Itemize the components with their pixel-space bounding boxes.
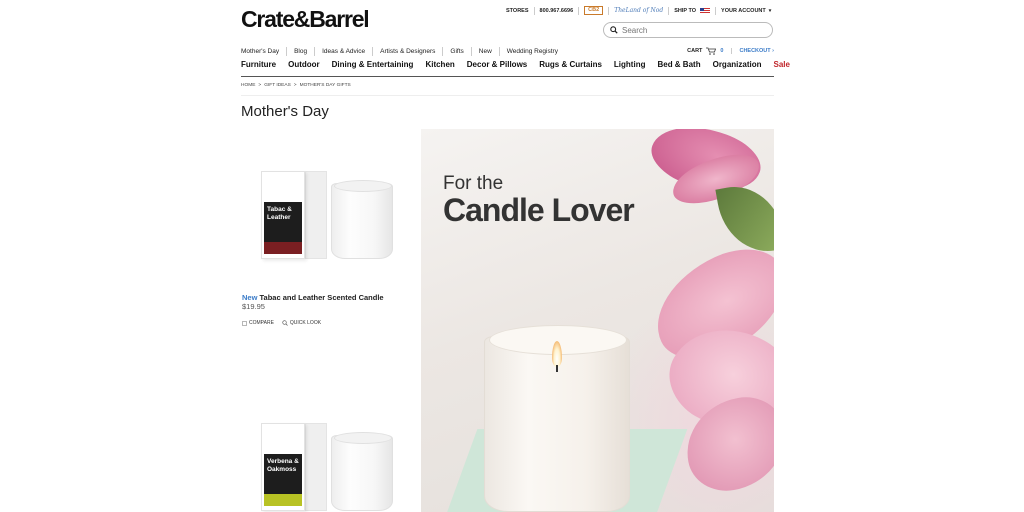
subnav-new[interactable]: New <box>470 47 499 56</box>
subnav-ideas-advice[interactable]: Ideas & Advice <box>314 47 372 56</box>
us-flag-icon[interactable] <box>700 7 711 14</box>
product-price: $19.95 <box>242 302 265 311</box>
magnifier-icon[interactable] <box>282 320 288 326</box>
compare-label[interactable]: COMPARE <box>249 320 274 326</box>
candle-box-side <box>305 423 327 511</box>
compare-checkbox-icon[interactable] <box>242 320 247 326</box>
breadcrumb-gift-ideas[interactable]: GIFT IDEAS <box>264 83 291 88</box>
breadcrumb-mothers-day-gifts: MOTHER'S DAY GIFTS <box>299 83 351 88</box>
nav-dining-entertaining[interactable]: Dining & Entertaining <box>332 60 414 69</box>
search-icon[interactable] <box>610 26 618 34</box>
ship-to-label[interactable]: SHIP TO <box>674 8 696 14</box>
product-image-verbena-oakmoss[interactable]: Verbena & Oakmoss <box>261 407 393 512</box>
breadcrumb: HOME > GIFT IDEAS > MOTHER'S DAY GIFTS <box>241 83 351 88</box>
cart-link[interactable]: CART <box>687 48 702 54</box>
phone-number: 800.967.6696 <box>539 7 574 14</box>
candle-box-stripe <box>264 242 302 254</box>
secondary-nav: Mother's Day Blog Ideas & Advice Artists… <box>241 47 565 56</box>
stores-link[interactable]: STORES <box>506 8 529 14</box>
hero-banner[interactable]: For the Candle Lover <box>421 129 774 512</box>
breadcrumb-home[interactable]: HOME <box>241 83 255 88</box>
cart-count: 0 <box>720 48 724 54</box>
subnav-wedding-registry[interactable]: Wedding Registry <box>498 47 565 56</box>
nav-rugs-curtains[interactable]: Rugs & Curtains <box>539 60 602 69</box>
nav-kitchen[interactable]: Kitchen <box>425 60 454 69</box>
page-title: Mother's Day <box>241 103 329 120</box>
candle-wick <box>556 365 558 372</box>
compare-button[interactable]: COMPARE <box>242 320 274 326</box>
your-account-link[interactable]: YOUR ACCOUNT <box>721 8 766 14</box>
nav-organization[interactable]: Organization <box>713 60 762 69</box>
candle-box: Verbena & Oakmoss <box>261 423 305 511</box>
candle-glass <box>331 432 393 511</box>
subnav-gifts[interactable]: Gifts <box>442 47 470 56</box>
nav-outdoor[interactable]: Outdoor <box>288 60 320 69</box>
nav-bed-bath[interactable]: Bed & Bath <box>657 60 700 69</box>
candle-box-label: Verbena & Oakmoss <box>264 454 302 494</box>
new-badge: New <box>242 293 258 302</box>
candle-flame <box>552 341 562 367</box>
breadcrumb-separator: > <box>293 83 297 88</box>
product-title[interactable]: Tabac and Leather Scented Candle <box>260 293 384 302</box>
breadcrumb-separator: > <box>258 83 262 88</box>
candle-box-side <box>305 171 327 259</box>
nav-furniture[interactable]: Furniture <box>241 60 276 69</box>
product-name[interactable]: New Tabac and Leather Scented Candle <box>242 293 384 302</box>
search-box[interactable] <box>603 22 773 38</box>
divider <box>608 6 610 15</box>
utility-bar: STORES 800.967.6696 CB2 TheLand of Nod S… <box>506 6 771 15</box>
divider <box>578 6 580 15</box>
cart-icon[interactable] <box>706 47 717 55</box>
crate-and-barrel-logo[interactable]: Crate&Barrel <box>241 6 370 33</box>
divider <box>668 6 670 15</box>
nav-lighting[interactable]: Lighting <box>614 60 646 69</box>
candle-glass <box>331 180 393 259</box>
divider <box>533 6 535 15</box>
product-image-tabac-leather[interactable]: Tabac & Leather <box>261 155 393 260</box>
nav-sale[interactable]: Sale <box>773 60 789 69</box>
search-input[interactable] <box>622 25 762 35</box>
hero-heading-line2: Candle Lover <box>443 192 635 228</box>
leaf <box>715 179 774 259</box>
product-actions: COMPARE QUICK LOOK <box>242 320 321 326</box>
land-of-nod-link[interactable]: TheLand of Nod <box>614 7 663 14</box>
quick-look-button[interactable]: QUICK LOOK <box>282 320 321 326</box>
checkout-link[interactable]: CHECKOUT › <box>731 48 774 54</box>
subnav-blog[interactable]: Blog <box>286 47 314 56</box>
breadcrumb-divider <box>241 95 774 96</box>
subnav-artists-designers[interactable]: Artists & Designers <box>372 47 442 56</box>
divider <box>715 6 717 15</box>
cb2-link[interactable]: CB2 <box>584 6 604 15</box>
cart-area: CART 0 CHECKOUT › <box>687 47 774 55</box>
subnav-mothers-day[interactable]: Mother's Day <box>241 47 286 56</box>
nav-decor-pillows[interactable]: Decor & Pillows <box>467 60 527 69</box>
candle-box: Tabac & Leather <box>261 171 305 259</box>
quick-look-label[interactable]: QUICK LOOK <box>290 320 321 326</box>
main-nav: Furniture Outdoor Dining & Entertaining … <box>241 60 790 77</box>
candle-box-stripe <box>264 494 302 506</box>
caret-down-icon[interactable]: ▾ <box>769 8 772 14</box>
candle-box-label: Tabac & Leather <box>264 202 302 242</box>
